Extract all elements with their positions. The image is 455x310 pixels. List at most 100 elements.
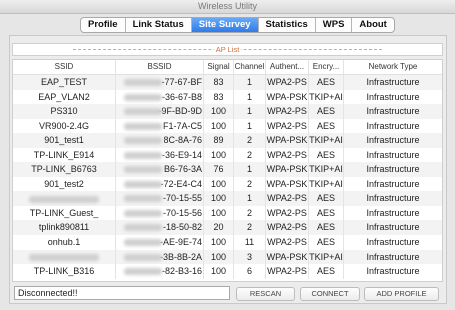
ap-list-label: AP List (213, 45, 242, 54)
channel-cell: 1 (234, 162, 266, 177)
network-type-cell: Infrastructure (344, 133, 442, 148)
encryption-cell: AES (309, 191, 344, 206)
redacted-bssid-blur (124, 253, 162, 261)
network-type-cell: Infrastructure (344, 75, 442, 90)
auth-cell: WPA-PSK (266, 176, 309, 192)
ssid-cell: 901_test2 (13, 176, 116, 192)
tab-about[interactable]: About (352, 18, 393, 32)
channel-cell-text: 3 (246, 251, 252, 262)
ssid-cell-text: EAP_VLAN2 (38, 91, 90, 102)
auth-cell: WPA-PSK (266, 133, 309, 148)
signal-cell-text: 83 (213, 77, 224, 87)
tab-site-survey[interactable]: Site Survey (191, 18, 259, 32)
bssid-cell: F1-7A-C5 (116, 118, 204, 134)
table-row[interactable]: 901_test1 8C-8A-76 89 2 WPA-PSK TKIP+AI Infras… (13, 133, 442, 148)
col-channel[interactable]: Channel (234, 60, 266, 74)
auth-cell: WPA2-PS (266, 147, 309, 163)
ssid-cell: EAP_VLAN2 (13, 89, 116, 105)
channel-cell-text: 1 (246, 193, 252, 204)
encryption-cell-text: TKIP+AI (309, 135, 343, 146)
tab-statistics[interactable]: Statistics (259, 18, 316, 32)
table-row[interactable]: EAP_VLAN2 -36-67-B8 83 1 WPA-PSK TKIP+AI Infra… (13, 89, 442, 105)
bssid-cell: -70-15-56 (116, 205, 204, 221)
channel-cell-text: 1 (246, 164, 252, 175)
auth-cell-text: WPA2-PS (267, 193, 307, 204)
table-row[interactable]: PS310 -9F-BD-9D 100 1 WPA2-PS AES Infrastructu… (13, 104, 442, 119)
tab-profile[interactable]: Profile (81, 18, 126, 32)
signal-cell-text: 100 (210, 266, 227, 277)
signal-cell-text: 83 (213, 91, 224, 102)
tab-link-status[interactable]: Link Status (126, 18, 192, 32)
ap-list-header: AP List (12, 43, 443, 56)
table-row[interactable]: 901_test2 -72-E4-C4 100 2 WPA-PSK TKIP+AI Infr… (13, 176, 442, 192)
table-row[interactable]: EAP_TEST -77-67-BF 83 1 WPA2-PS AES Infrastruc… (13, 75, 442, 90)
encryption-cell: TKIP+AI (309, 162, 344, 177)
table-row[interactable]: TP-LINK_B6763 B6-76-3A 76 1 WPA-PSK TKIP+AI In… (13, 162, 442, 177)
col-bssid[interactable]: BSSID (116, 60, 204, 74)
connect-button[interactable]: CONNECT (300, 287, 360, 301)
encryption-cell: TKIP+AI (309, 133, 344, 148)
encryption-cell: TKIP+AI (309, 89, 344, 105)
channel-cell-text: 2 (246, 149, 252, 160)
tab-wps[interactable]: WPS (316, 18, 353, 32)
channel-cell: 2 (234, 205, 266, 221)
encryption-cell: AES (309, 147, 344, 163)
table-row[interactable]: -70-15-55 100 1 WPA2-PS AES Infrastructure (13, 191, 442, 206)
table-row[interactable]: TP-LINK_E914 -36-E9-14 100 2 WPA2-PS AES Infra… (13, 147, 442, 163)
ssid-cell (13, 191, 116, 206)
signal-cell-text: 100 (210, 178, 227, 189)
table-row[interactable]: tplink890811 -18-50-82 20 2 WPA2-PS AES Infras… (13, 220, 442, 236)
auth-cell-text: WPA2-PS (267, 149, 307, 160)
bssid-cell: -AE-9E-74 (116, 235, 204, 250)
redacted-bssid-blur (124, 239, 162, 247)
bssid-cell-text: -77-67-BF (161, 77, 202, 87)
channel-cell-text: 1 (246, 91, 252, 102)
col-ssid[interactable]: SSID (13, 60, 116, 74)
network-type-cell: Infrastructure (344, 119, 442, 134)
network-type-cell: Infrastructure (344, 250, 442, 265)
signal-cell-text: 100 (210, 207, 227, 218)
encryption-cell-text: AES (316, 266, 335, 277)
table-body: EAP_TEST -77-67-BF 83 1 WPA2-PS AES Infrastruc… (13, 75, 442, 279)
add-profile-button[interactable]: ADD PROFILE (364, 287, 439, 301)
channel-cell-text: 2 (246, 207, 252, 218)
bssid-cell-text: F1-7A-C5 (162, 120, 202, 131)
rescan-button[interactable]: RESCAN (236, 287, 295, 301)
encryption-cell-text: AES (316, 106, 335, 117)
table-row[interactable]: VR900-2.4G F1-7A-C5 100 1 WPA2-PS AES Infrastr… (13, 118, 442, 134)
network-type-cell: Infrastructure (344, 235, 442, 250)
channel-cell: 3 (234, 249, 266, 265)
encryption-cell-text: TKIP+AI (309, 251, 343, 262)
table-row[interactable]: -3B-8B-2A 100 3 WPA-PSK TKIP+AI Infrastructur… (13, 249, 442, 265)
bssid-cell-text: 8C-8A-76 (163, 135, 202, 146)
network-type-cell: Infrastructure (344, 162, 442, 177)
bssid-cell: -77-67-BF (116, 75, 204, 90)
col-encryption[interactable]: Encry... (309, 60, 344, 74)
ssid-cell-text: TP-LINK_Guest_ (29, 207, 99, 218)
signal-cell: 76 (204, 162, 234, 177)
signal-cell-text: 100 (210, 149, 227, 160)
ssid-cell (13, 249, 116, 265)
bssid-cell-text: B6-76-3A (163, 164, 202, 175)
bssid-cell: -82-B3-16 (116, 264, 204, 279)
auth-cell-text: WPA2-PS (267, 207, 307, 218)
auth-cell-text: WPA-PSK (266, 178, 308, 189)
ap-list-table[interactable]: SSID BSSID Signal Channel Authent... Enc… (12, 59, 443, 282)
col-network-type[interactable]: Network Type (344, 60, 442, 74)
ssid-cell: tplink890811 (13, 220, 116, 236)
encryption-cell: AES (309, 118, 344, 134)
redacted-bssid-blur (124, 224, 162, 232)
col-authentication[interactable]: Authent... (266, 60, 309, 74)
col-signal[interactable]: Signal (204, 60, 234, 74)
table-row[interactable]: onhub.1 -AE-9E-74 100 11 WPA2-PS AES Infrastru… (13, 235, 442, 250)
ssid-cell-text: TP-LINK_B6763 (31, 164, 97, 175)
auth-cell-text: WPA-PSK (266, 164, 308, 175)
channel-cell: 1 (234, 191, 266, 206)
table-row[interactable]: TP-LINK_Guest_ -70-15-56 100 2 WPA2-PS AES Inf… (13, 205, 442, 221)
network-type-cell-text: Infrastructure (366, 164, 420, 175)
table-header: SSID BSSID Signal Channel Authent... Enc… (13, 60, 442, 75)
table-row[interactable]: TP-LINK_B316 -82-B3-16 100 6 WPA2-PS AES Infra… (13, 264, 442, 279)
signal-cell-text: 100 (210, 106, 227, 117)
redacted-bssid-blur (124, 268, 162, 276)
encryption-cell-text: AES (316, 120, 335, 131)
